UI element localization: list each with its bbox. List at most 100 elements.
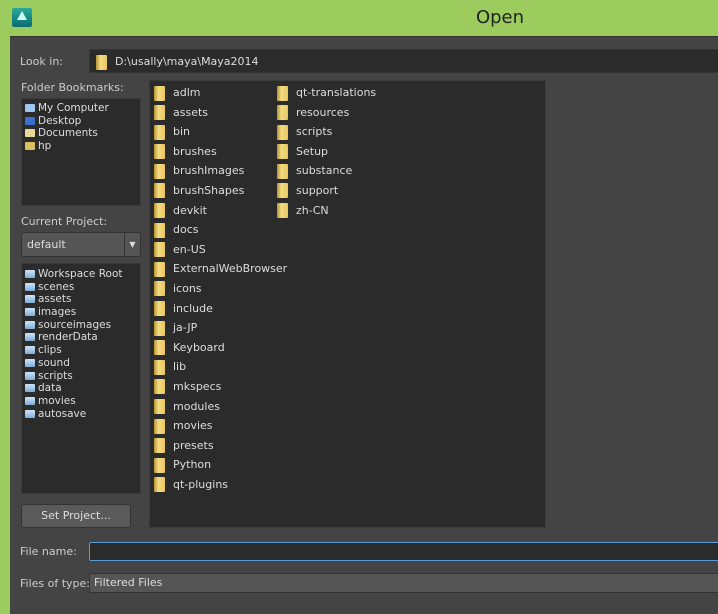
folder-icon [154, 477, 165, 493]
file-list-item[interactable]: include [154, 299, 287, 319]
bookmark-label: My Computer [38, 102, 109, 114]
file-item-label: brushImages [173, 164, 245, 178]
file-list-item[interactable]: brushImages [154, 161, 287, 181]
file-list-item[interactable]: zh-CN [277, 201, 376, 221]
bookmark-item[interactable]: Desktop [25, 115, 137, 128]
project-folder-item[interactable]: renderData [25, 331, 137, 344]
file-name-label: File name: [20, 545, 77, 558]
file-list-item[interactable]: en-US [154, 240, 287, 260]
file-list-item[interactable]: assets [154, 103, 287, 123]
file-item-label: Python [173, 458, 212, 472]
file-item-label: movies [173, 419, 213, 433]
set-project-button[interactable]: Set Project... [21, 504, 131, 528]
project-folder-item[interactable]: data [25, 382, 137, 395]
file-list-item[interactable]: docs [154, 220, 287, 240]
file-item-label: docs [173, 223, 199, 237]
file-list-item[interactable]: mkspecs [154, 377, 287, 397]
project-folder-label: Workspace Root [38, 268, 123, 280]
dialog-body: Look in: D:\usally\maya\Maya2014 Folder … [10, 36, 718, 614]
folder-icon [25, 358, 35, 367]
file-item-label: qt-plugins [173, 477, 229, 491]
file-list-item[interactable]: bin [154, 122, 287, 142]
file-list-item[interactable]: Python [154, 455, 287, 475]
folder-icon [277, 105, 288, 121]
file-item-label: bin [173, 125, 191, 139]
project-folder-item[interactable]: assets [25, 293, 137, 306]
file-item-label: icons [173, 281, 202, 295]
file-item-label: assets [173, 105, 209, 119]
bookmark-label: hp [38, 140, 52, 153]
folder-icon [154, 418, 165, 434]
folder-icon [154, 340, 165, 356]
project-folder-item[interactable]: scenes [25, 281, 137, 294]
file-item-label: en-US [173, 242, 206, 256]
file-item-label: substance [296, 164, 353, 178]
file-list-item[interactable]: resources [277, 103, 376, 123]
file-list-item[interactable]: movies [154, 416, 287, 436]
folder-icon [25, 371, 35, 380]
computer-icon [25, 104, 35, 112]
project-combo[interactable]: default ▼ [21, 232, 141, 257]
folder-icon [154, 242, 165, 258]
file-item-label: include [173, 301, 213, 315]
file-list-item[interactable]: qt-translations [277, 83, 376, 103]
file-list-item[interactable]: presets [154, 436, 287, 456]
file-item-label: lib [173, 360, 187, 374]
file-list-item[interactable]: ExternalWebBrowser [154, 259, 287, 279]
file-list-item[interactable]: support [277, 181, 376, 201]
project-folder-label: scripts [38, 369, 73, 382]
file-item-label: Setup [296, 144, 329, 158]
file-list-item[interactable]: ja-JP [154, 318, 287, 338]
folder-icon [277, 144, 288, 160]
file-type-combo[interactable]: Filtered Files [89, 573, 718, 593]
file-list-item[interactable]: icons [154, 279, 287, 299]
project-folder-label: sourceimages [38, 318, 112, 331]
file-item-label: presets [173, 438, 214, 452]
project-folder-list[interactable]: Workspace Root scenes assets images sourceim… [21, 263, 141, 494]
file-list-item[interactable]: brushShapes [154, 181, 287, 201]
file-list-item[interactable]: lib [154, 357, 287, 377]
bookmark-item[interactable]: My Computer [25, 102, 137, 115]
desktop-icon [25, 116, 35, 125]
current-project-label: Current Project: [21, 215, 108, 228]
project-folder-item[interactable]: movies [25, 395, 137, 408]
file-item-label: Keyboard [173, 340, 225, 354]
project-folder-label: images [38, 306, 77, 319]
project-folder-item[interactable]: scripts [25, 370, 137, 383]
file-name-input[interactable] [89, 542, 718, 561]
folder-icon [154, 203, 165, 219]
file-list-item[interactable]: substance [277, 161, 376, 181]
folder-icon [277, 85, 288, 101]
bookmarks-list[interactable]: My Computer Desktop Documents hp [21, 98, 141, 206]
file-list-item[interactable]: Keyboard [154, 338, 287, 358]
folder-icon [154, 301, 165, 317]
folder-icon [96, 54, 107, 70]
folder-icon [25, 295, 35, 304]
folder-icon [154, 85, 165, 101]
project-folder-item[interactable]: sourceimages [25, 319, 137, 332]
project-folder-item[interactable]: clips [25, 344, 137, 357]
project-folder-label: scenes [38, 280, 75, 293]
project-folder-item[interactable]: images [25, 306, 137, 319]
folder-icon [154, 399, 165, 414]
project-folder-item[interactable]: autosave [25, 408, 137, 421]
look-in-path[interactable]: D:\usally\maya\Maya2014 [89, 49, 718, 73]
bookmark-item[interactable]: Documents [25, 127, 137, 140]
file-list-item[interactable]: brushes [154, 142, 287, 162]
documents-icon [25, 129, 35, 138]
file-list-item[interactable]: Setup [277, 142, 376, 162]
file-item-label: brushes [173, 144, 217, 158]
file-list-item[interactable]: modules [154, 397, 287, 417]
file-list-item[interactable]: scripts [277, 122, 376, 142]
project-folder-item[interactable]: Workspace Root [25, 268, 137, 281]
file-item-label: mkspecs [173, 379, 222, 393]
project-folder-item[interactable]: sound [25, 357, 137, 370]
user-folder-icon [25, 142, 35, 151]
file-list-item[interactable]: qt-plugins [154, 475, 287, 495]
bookmark-item[interactable]: hp [25, 140, 137, 153]
file-list-item[interactable]: devkit [154, 201, 287, 221]
file-list[interactable]: adlm assets bin brushes brushImages brushShap… [149, 80, 546, 528]
folder-icon [25, 384, 35, 393]
file-list-item[interactable]: adlm [154, 83, 287, 103]
folder-icon [154, 144, 165, 160]
